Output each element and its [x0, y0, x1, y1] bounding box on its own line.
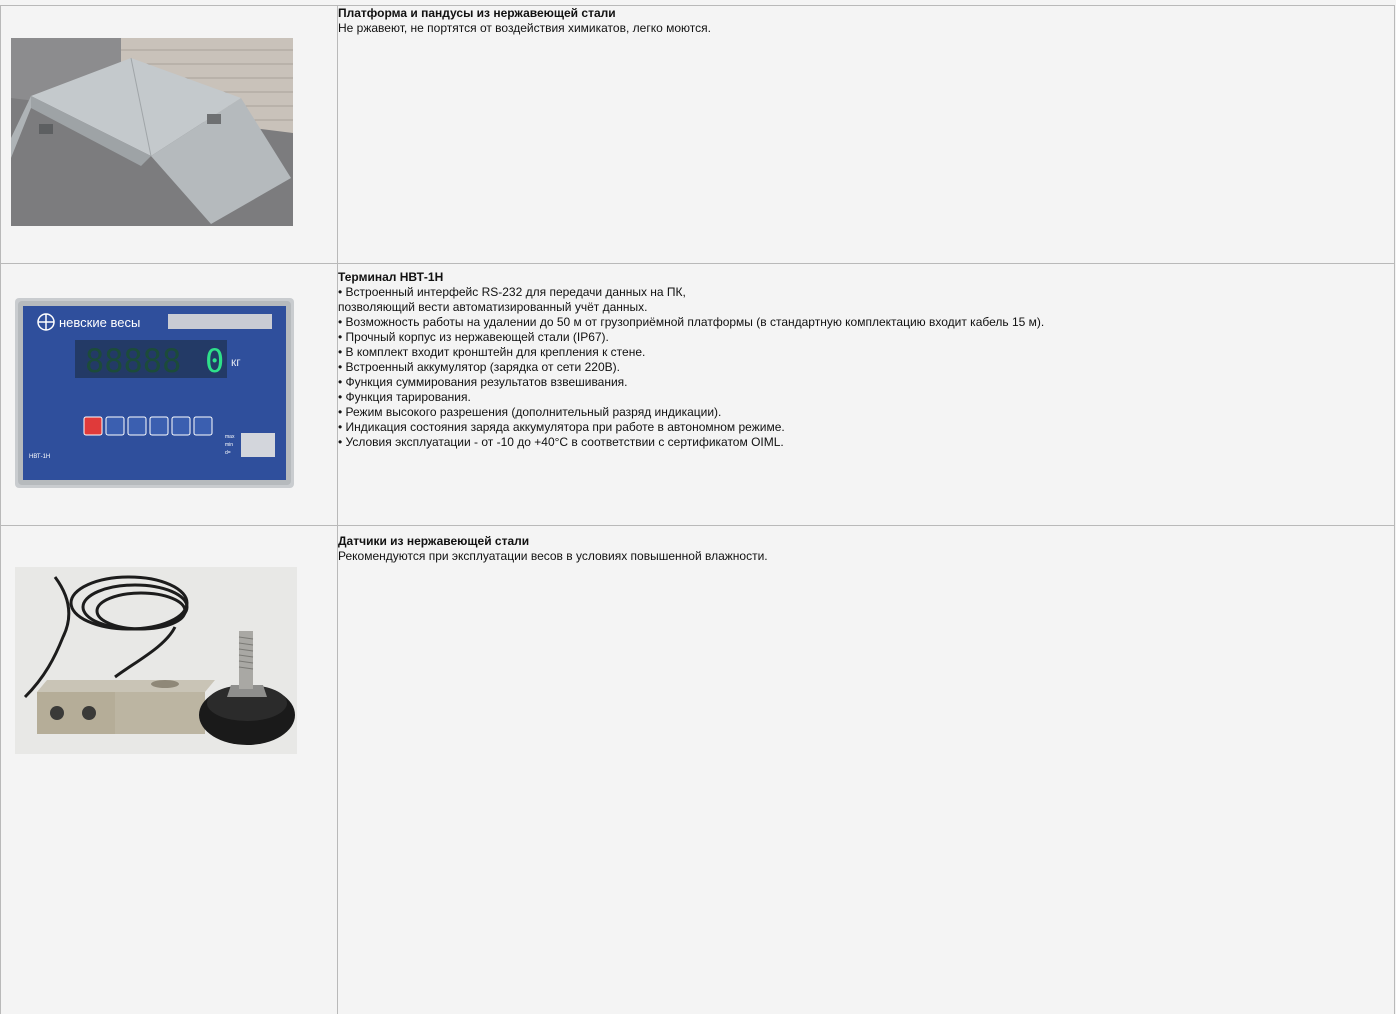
terminal-model: НВТ-1Н	[29, 454, 50, 460]
row-text: Рекомендуются при эксплуатации весов в у…	[338, 549, 768, 563]
table-row: Платформа и пандусы из нержавеющей стали…	[0, 5, 1395, 264]
product-table: Платформа и пандусы из нержавеющей стали…	[0, 5, 1395, 1014]
row-text: • Встроенный аккумулятор (зарядка от сет…	[338, 360, 620, 374]
display-unit: кг	[231, 355, 241, 369]
row-text: • Режим высокого разрешения (дополнитель…	[338, 405, 722, 419]
row-text: Не ржавеют, не портятся от воздействия х…	[338, 21, 711, 35]
display-value: 0	[205, 342, 224, 380]
image-cell	[0, 525, 338, 1014]
page: Платформа и пандусы из нержавеющей стали…	[0, 0, 1396, 1014]
row-text: • Возможность работы на удалении до 50 м…	[338, 315, 1045, 329]
terminal-photo: невские весы 88888 0 кг НВТ-1Н max min d…	[15, 298, 294, 488]
image-cell: невские весы 88888 0 кг НВТ-1Н max min d…	[0, 263, 338, 526]
row-title: Платформа и пандусы из нержавеющей стали	[338, 6, 616, 20]
platform-photo	[11, 38, 293, 226]
svg-text:88888: 88888	[85, 342, 181, 380]
row-text: позволяющий вести автоматизированный учё…	[338, 300, 648, 314]
description-cell: Датчики из нержавеющей стали Рекомендуют…	[337, 525, 1395, 1014]
table-row: невские весы 88888 0 кг НВТ-1Н max min d…	[0, 263, 1395, 526]
side-label: d=	[225, 450, 231, 456]
row-text: • Функция тарирования.	[338, 390, 471, 404]
row-text: • Встроенный интерфейс RS-232 для переда…	[338, 285, 686, 299]
description-cell: Терминал НВТ-1Н • Встроенный интерфейс R…	[337, 263, 1395, 526]
row-text: • Функция суммирования результатов взвеш…	[338, 375, 628, 389]
row-title: Терминал НВТ-1Н	[338, 270, 444, 284]
side-label: max	[225, 434, 235, 440]
description-cell: Платформа и пандусы из нержавеющей стали…	[337, 5, 1395, 264]
table-row: Датчики из нержавеющей стали Рекомендуют…	[0, 525, 1395, 1014]
row-text: • Прочный корпус из нержавеющей стали (I…	[338, 330, 609, 344]
sensor-photo	[15, 567, 297, 754]
row-text: • В комплект входит кронштейн для крепле…	[338, 345, 646, 359]
row-text: • Индикация состояния заряда аккумулятор…	[338, 420, 785, 434]
image-cell	[0, 5, 338, 264]
row-text: • Условия эксплуатации - от -10 до +40°C…	[338, 435, 784, 449]
side-label: min	[225, 442, 233, 448]
row-title: Датчики из нержавеющей стали	[338, 534, 530, 548]
terminal-brand: невские весы	[59, 315, 140, 330]
